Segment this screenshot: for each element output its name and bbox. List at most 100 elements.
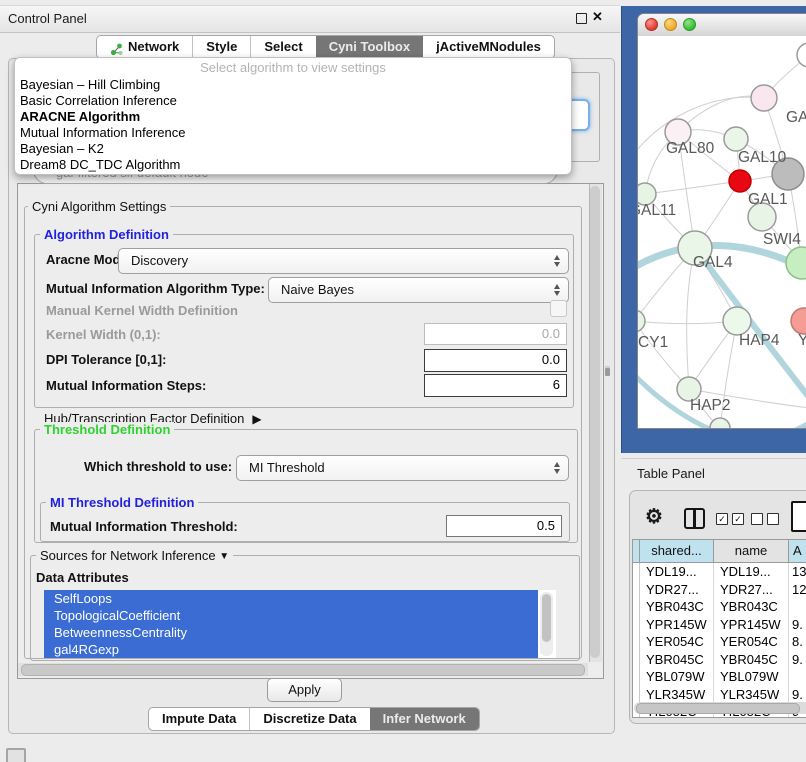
dropdown-item-mutual-information-inference[interactable]: Mutual Information Inference [15, 125, 571, 141]
table-row[interactable]: YBL079WYBL079W [633, 668, 806, 686]
dpi-tolerance-field[interactable]: 0.0 [424, 349, 567, 372]
cell-shared-name: YBR045C [640, 651, 714, 669]
cell-shared-name: YPR145W [640, 616, 714, 634]
cell-name: YBR045C [714, 651, 789, 669]
table-row[interactable]: YLR345WYLR345W9. [633, 686, 806, 704]
manual-kernel-label: Manual Kernel Width Definition [46, 303, 238, 318]
splitter-grip[interactable] [605, 366, 610, 376]
sources-title[interactable]: Sources for Network Inference ▼ [36, 548, 233, 563]
attribute-item-topologicalcoefficient[interactable]: TopologicalCoefficient [44, 607, 538, 624]
cell-name: YER054C [714, 633, 789, 651]
cell-shared-name: YBR043C [640, 598, 714, 616]
dropdown-item-bayesian-k2[interactable]: Bayesian – K2 [15, 141, 571, 157]
network-graph: GALGAL80GAL10GAL1GAL11SWI4GAL4GCY1HAP4YH… [638, 36, 806, 428]
algorithm-dropdown: Select algorithm to view settings Bayesi… [14, 57, 572, 175]
unchecked-box-icon [767, 513, 779, 525]
cell-shared-name: YLR345W [640, 686, 714, 704]
tab-label: Infer Network [383, 708, 466, 730]
cell-name: YPR145W [714, 616, 789, 634]
network-node[interactable] [710, 418, 730, 428]
settings-vscrollbar-thumb[interactable] [590, 186, 600, 658]
manual-kernel-checkbox[interactable] [550, 300, 567, 317]
table-hscrollbar-thumb[interactable] [636, 703, 800, 714]
cell-value: 9. [789, 686, 806, 704]
network-node[interactable] [791, 308, 806, 334]
checked-box-icon: ✓ [716, 513, 728, 525]
table-row[interactable]: YDL19...YDL19...13 [633, 563, 806, 581]
collapsed-panel-icon[interactable] [6, 748, 26, 762]
network-canvas[interactable]: GALGAL80GAL10GAL1GAL11SWI4GAL4GCY1HAP4YH… [638, 36, 806, 428]
tab-style[interactable]: Style [192, 36, 250, 58]
apply-button[interactable]: Apply [267, 678, 342, 702]
attributes-scrollbar-thumb[interactable] [542, 594, 551, 642]
panel-title: Control Panel [8, 11, 87, 26]
node-label-swi4: SWI4 [763, 231, 801, 248]
deselect-all-checks-icon[interactable] [751, 513, 779, 525]
table-row[interactable]: YBR045CYBR045C9. [633, 651, 806, 669]
dropdown-item-dream8-dc-tdc-algorithm[interactable]: Dream8 DC_TDC Algorithm [15, 157, 571, 173]
tab-cyni-toolbox[interactable]: Cyni Toolbox [316, 36, 423, 58]
dropdown-item-bayesian-hill-climbing[interactable]: Bayesian – Hill Climbing [15, 77, 571, 93]
new-table-icon[interactable] [791, 501, 806, 532]
spinner-icon [552, 461, 563, 475]
table-header-row: shared...nameA [633, 540, 806, 563]
table-row[interactable]: YPR145WYPR145W9. [633, 616, 806, 634]
network-node[interactable] [638, 310, 645, 332]
column-header-name[interactable]: name [714, 540, 789, 562]
kernel-width-label: Kernel Width (0,1): [46, 327, 161, 342]
network-node[interactable] [724, 127, 748, 151]
settings-hscrollbar-thumb[interactable] [21, 664, 585, 676]
network-node[interactable] [751, 85, 777, 111]
tab-jactivemnodules[interactable]: jActiveMNodules [423, 36, 554, 58]
row-gutter-cell [633, 616, 640, 634]
float-panel-icon[interactable] [576, 13, 587, 24]
attribute-item-gal4rgexp[interactable]: gal4RGexp [44, 641, 538, 658]
node-label-y: Y [798, 332, 806, 349]
minimize-window-icon[interactable] [664, 18, 677, 31]
network-window: GALGAL80GAL10GAL1GAL11SWI4GAL4GCY1HAP4YH… [637, 13, 806, 429]
zoom-window-icon[interactable] [683, 18, 696, 31]
node-label-gal10: GAL10 [738, 149, 787, 166]
dropdown-item-basic-correlation-inference[interactable]: Basic Correlation Inference [15, 93, 571, 109]
table-row[interactable]: YER054CYER054C8. [633, 633, 806, 651]
table-row[interactable]: YDR27...YDR27...12 [633, 581, 806, 599]
tab-select[interactable]: Select [250, 36, 315, 58]
network-window-titlebar[interactable] [638, 14, 806, 37]
tab-discretize-data[interactable]: Discretize Data [249, 708, 369, 730]
table-row[interactable]: YBR043CYBR043C [633, 598, 806, 616]
aracne-mode-select[interactable]: Discovery [118, 248, 569, 274]
attribute-item-selfloops[interactable]: SelfLoops [44, 590, 538, 607]
network-node[interactable] [729, 170, 751, 192]
which-threshold-select[interactable]: MI Threshold [236, 455, 569, 481]
kernel-width-field[interactable]: 0.0 [424, 323, 567, 345]
tab-infer-network[interactable]: Infer Network [370, 708, 479, 730]
close-window-icon[interactable] [645, 18, 658, 31]
network-node[interactable] [723, 307, 751, 335]
column-header-a[interactable]: A [789, 540, 806, 562]
tab-label: Discretize Data [263, 708, 356, 730]
table-panel-titlebar: Table Panel [621, 458, 806, 487]
mi-type-select[interactable]: Naive Bayes [268, 277, 569, 303]
attribute-item-betweennesscentrality[interactable]: BetweennessCentrality [44, 624, 538, 641]
mi-threshold-field[interactable]: 0.5 [446, 515, 562, 537]
dropdown-item-aracne-algorithm[interactable]: ARACNE Algorithm [15, 109, 571, 125]
network-node[interactable] [786, 247, 806, 279]
table-corner-cell [633, 540, 640, 562]
columns-icon[interactable] [684, 508, 705, 529]
cell-name: YBR043C [714, 598, 789, 616]
app-root: Control Panel ✕ NetworkStyleSelectCyni T… [0, 0, 806, 762]
gear-icon[interactable]: ⚙ [645, 504, 663, 529]
node-label-gal11: GAL11 [638, 202, 676, 219]
node-label-gal: GAL [786, 109, 806, 126]
mi-steps-field[interactable]: 6 [424, 374, 567, 397]
tab-network[interactable]: Network [97, 36, 192, 58]
algorithm-dropdown-list: Bayesian – Hill ClimbingBasic Correlatio… [15, 77, 571, 173]
select-all-checks-icon[interactable]: ✓ ✓ [716, 513, 744, 525]
close-panel-icon[interactable]: ✕ [592, 9, 603, 25]
expanded-arrow-icon: ▼ [219, 551, 229, 562]
cell-shared-name: YDL19... [640, 563, 714, 581]
column-header-shared[interactable]: shared... [640, 540, 714, 562]
tab-impute-data[interactable]: Impute Data [149, 708, 249, 730]
spinner-icon [552, 283, 563, 297]
cell-name: YDL19... [714, 563, 789, 581]
